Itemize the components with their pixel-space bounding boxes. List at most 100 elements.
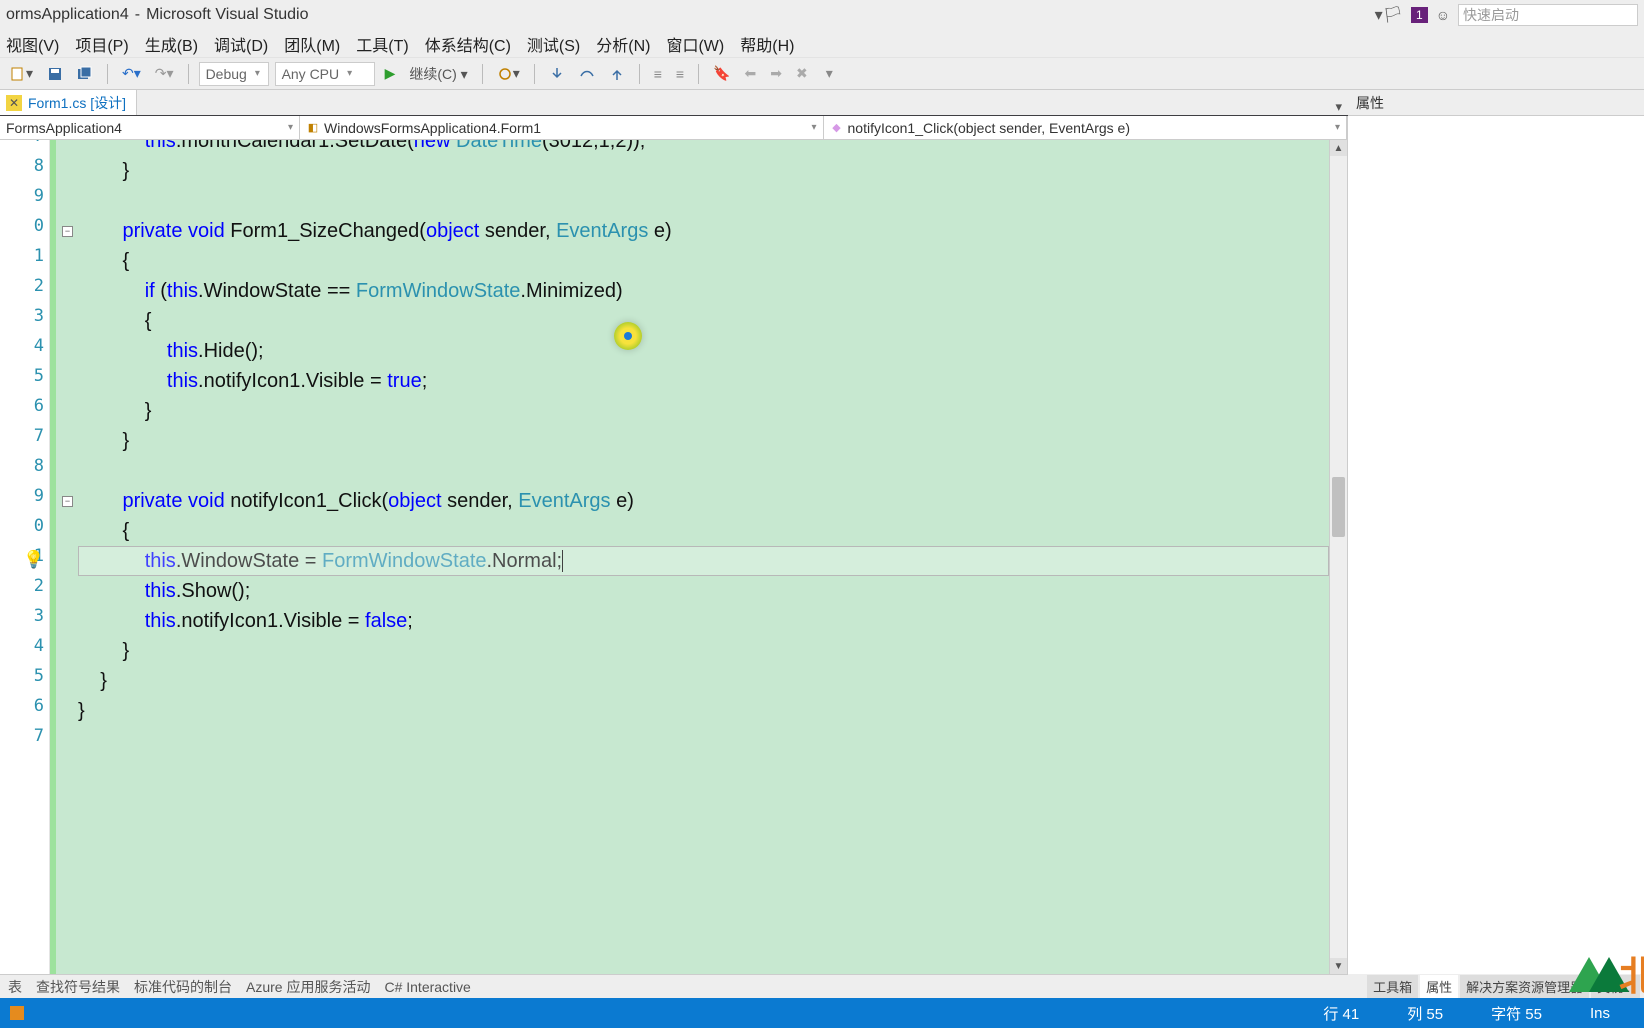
line-number: 4 [0, 336, 44, 356]
step-out-button[interactable] [605, 62, 629, 86]
bottom-tab[interactable]: 表 [8, 977, 22, 997]
scroll-down-button[interactable]: ▼ [1330, 958, 1347, 974]
code-line[interactable]: private void Form1_SizeChanged(object se… [78, 216, 1329, 246]
code-line[interactable]: this.notifyIcon1.Visible = false; [78, 606, 1329, 636]
code-line[interactable]: } [78, 696, 1329, 726]
code-line[interactable]: this.notifyIcon1.Visible = true; [78, 366, 1329, 396]
line-number: 7 [0, 726, 44, 746]
line-number: 4 [0, 636, 44, 656]
config-dropdown[interactable]: Debug [199, 62, 269, 86]
status-char: 字符 55 [1491, 1003, 1542, 1024]
nav-member-dropdown[interactable]: ◆notifyIcon1_Click(object sender, EventA… [824, 116, 1348, 139]
clear-bookmarks-button[interactable]: ✖ [792, 62, 812, 86]
save-all-button[interactable] [73, 62, 97, 86]
prev-bookmark-button[interactable]: ⬅ [741, 62, 761, 86]
comment-button[interactable]: ≡ [650, 62, 666, 86]
vertical-scrollbar[interactable]: ▲ ▼ [1329, 140, 1347, 974]
menu-item[interactable]: 帮助(H) [740, 32, 794, 56]
bottom-tab[interactable]: 查找符号结果 [36, 977, 120, 997]
code-line[interactable]: this.monthCalendar1.SetDate(new DateTime… [78, 140, 1329, 156]
quick-launch-input[interactable]: 快速启动 [1458, 4, 1638, 26]
menu-item[interactable]: 体系结构(C) [425, 32, 511, 56]
right-dock-tab[interactable]: 属性 [1420, 975, 1458, 998]
nav-project-dropdown[interactable]: FormsApplication4 [0, 116, 300, 139]
menu-item[interactable]: 测试(S) [527, 32, 580, 56]
notifications-count[interactable]: 1 [1411, 7, 1428, 23]
right-dock-tab[interactable]: 工具箱 [1367, 975, 1418, 998]
notifications-icon[interactable]: ▾🏳 [1375, 5, 1403, 25]
code-line[interactable]: } [78, 156, 1329, 186]
document-tab[interactable]: ✕ Form1.cs [设计] [0, 89, 137, 115]
line-number: 9 [0, 186, 44, 206]
right-dock-tab[interactable]: 解决方案资源管理器 [1460, 975, 1589, 998]
method-icon: ◆ [830, 121, 844, 135]
bottom-tab[interactable]: C# Interactive [384, 979, 470, 995]
menu-item[interactable]: 项目(P) [75, 32, 128, 56]
code-line[interactable]: { [78, 516, 1329, 546]
menu-item[interactable]: 分析(N) [596, 32, 650, 56]
menu-item[interactable]: 生成(B) [145, 32, 198, 56]
save-button[interactable] [43, 62, 67, 86]
menu-item[interactable]: 工具(T) [356, 32, 408, 56]
next-bookmark-button[interactable]: ➡ [766, 62, 786, 86]
code-line[interactable] [78, 726, 1329, 756]
bookmark-button[interactable]: 🔖 [709, 62, 734, 86]
fold-toggle[interactable]: − [62, 496, 73, 507]
start-debug-button[interactable]: ▶ [381, 62, 400, 86]
menu-item[interactable]: 团队(M) [284, 32, 340, 56]
code-line[interactable]: private void notifyIcon1_Click(object se… [78, 486, 1329, 516]
properties-panel-body[interactable] [1348, 116, 1644, 974]
browser-link-button[interactable]: ▾ [493, 62, 524, 86]
code-line[interactable]: { [78, 306, 1329, 336]
platform-dropdown[interactable]: Any CPU [275, 62, 375, 86]
status-insert-mode: Ins [1590, 1005, 1610, 1022]
menu-item[interactable]: 调试(D) [214, 32, 268, 56]
feedback-icon[interactable]: ☺ [1436, 7, 1450, 23]
line-number: 2 [0, 276, 44, 296]
bottom-tab[interactable]: Azure 应用服务活动 [246, 977, 370, 997]
fold-toggle[interactable]: − [62, 226, 73, 237]
code-line[interactable]: if (this.WindowState == FormWindowState.… [78, 276, 1329, 306]
title-bar: ormsApplication4 - Microsoft Visual Stud… [0, 0, 1644, 30]
menu-item[interactable]: 视图(V) [6, 32, 59, 56]
toolbar-overflow-button[interactable]: ▾ [822, 62, 837, 86]
code-line[interactable]: } [78, 666, 1329, 696]
line-number: 3 [0, 306, 44, 326]
toolbar: ▾ ↶▾ ↷▾ Debug Any CPU ▶ 继续(C) ▾ ▾ ≡ ≡ 🔖 … [0, 58, 1644, 90]
undo-button[interactable]: ↶▾ [118, 62, 145, 86]
code-editor[interactable]: 7 this.monthCalendar1.SetDate(new DateTi… [0, 140, 1347, 974]
right-dock-tabs: 工具箱属性解决方案资源管理器类视... [1348, 974, 1644, 998]
bottom-tab[interactable]: 标准代码的制台 [134, 977, 232, 997]
new-item-button[interactable]: ▾ [6, 62, 37, 86]
lightbulb-icon[interactable]: 💡 [24, 550, 44, 570]
line-number: 5 [0, 366, 44, 386]
code-line[interactable] [78, 456, 1329, 486]
line-number: 0 [0, 216, 44, 236]
nav-class-dropdown[interactable]: ◧WindowsFormsApplication4.Form1 [300, 116, 824, 139]
line-number: 6 [0, 696, 44, 716]
status-column: 列 55 [1407, 1003, 1443, 1024]
menu-item[interactable]: 窗口(W) [666, 32, 724, 56]
code-line[interactable]: { [78, 246, 1329, 276]
step-into-button[interactable] [545, 62, 569, 86]
code-line[interactable] [78, 186, 1329, 216]
redo-button[interactable]: ↷▾ [151, 62, 178, 86]
line-number: 8 [0, 456, 44, 476]
right-dock-tab[interactable]: 类视... [1591, 975, 1640, 998]
cursor-highlight-icon [614, 322, 642, 350]
code-line[interactable]: } [78, 636, 1329, 666]
step-over-button[interactable] [575, 62, 599, 86]
code-line[interactable]: this.Hide(); [78, 336, 1329, 366]
continue-button[interactable]: 继续(C) ▾ [409, 64, 467, 84]
status-line: 行 41 [1323, 1003, 1359, 1024]
uncomment-button[interactable]: ≡ [672, 62, 688, 86]
code-line[interactable]: } [78, 426, 1329, 456]
scroll-up-button[interactable]: ▲ [1330, 140, 1347, 156]
code-line[interactable]: } [78, 396, 1329, 426]
line-number: 6 [0, 396, 44, 416]
tab-overflow-button[interactable]: ▾ [1335, 99, 1348, 115]
scroll-thumb[interactable] [1332, 477, 1345, 537]
close-tab-button[interactable]: ✕ [6, 95, 22, 111]
code-line[interactable]: this.Show(); [78, 576, 1329, 606]
properties-panel [1348, 116, 1644, 974]
